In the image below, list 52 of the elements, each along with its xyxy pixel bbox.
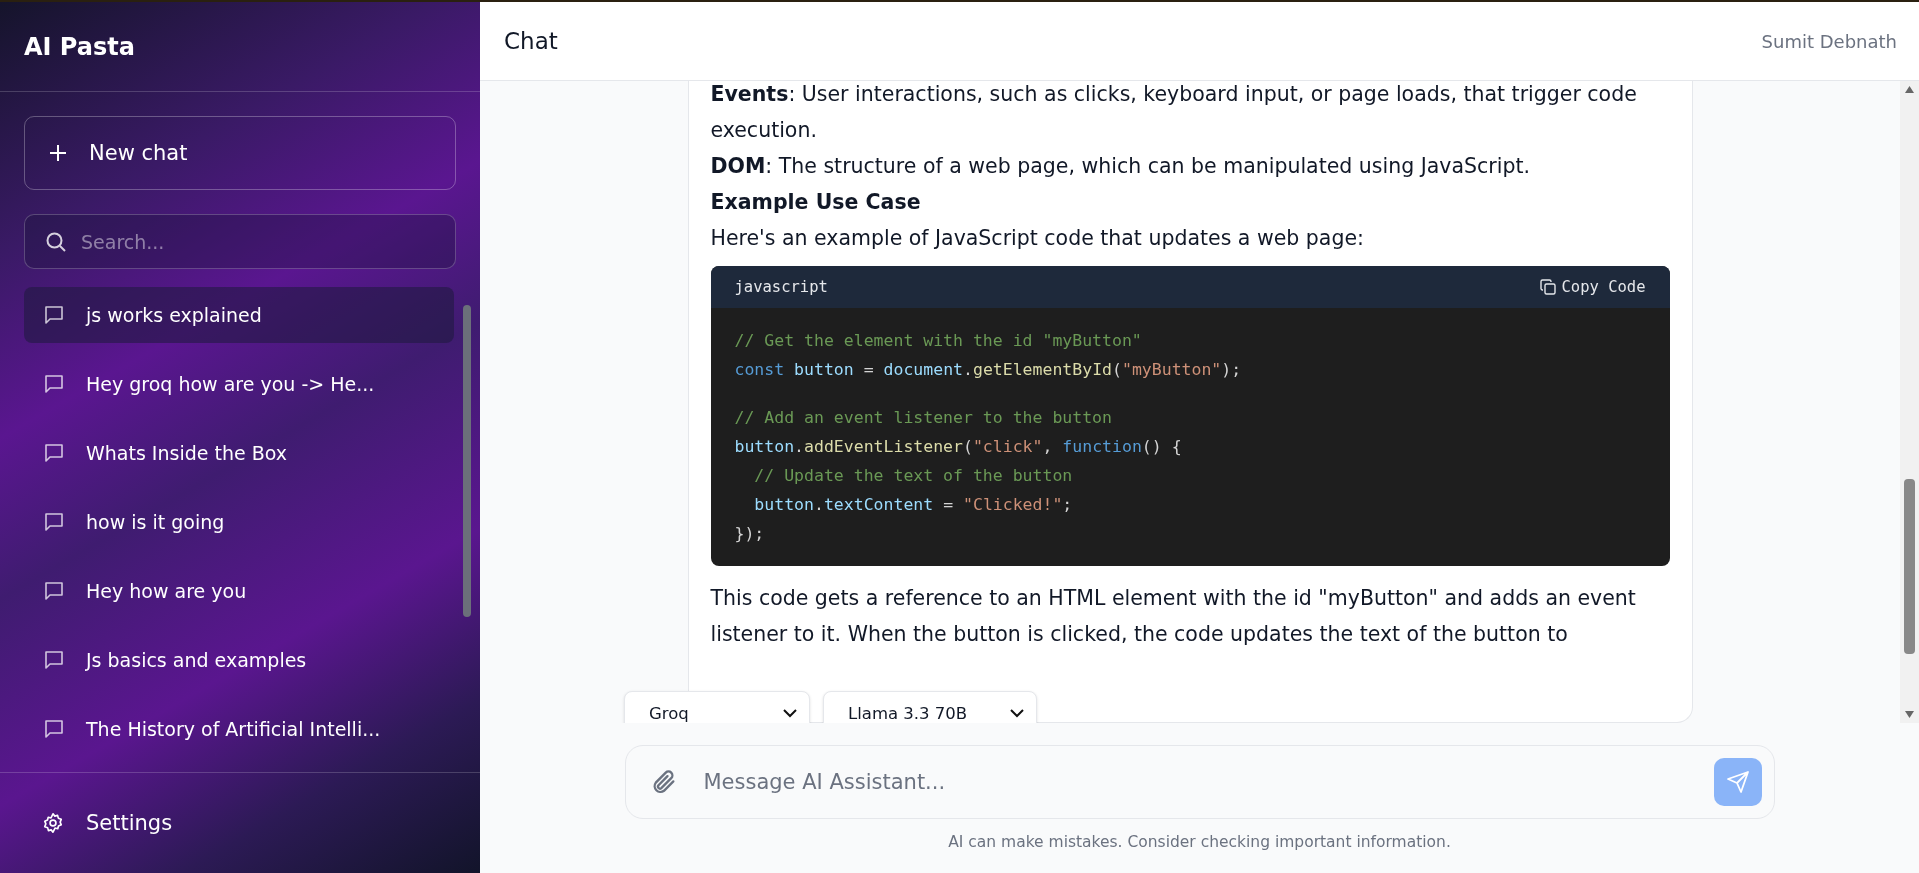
message-paragraph: This code gets a reference to an HTML element with the id "myButton" and adds an event listener to it. When the button is clicked, the code updates the text of the button to bbox=[710, 585, 1637, 648]
chat-bubble-icon bbox=[42, 648, 66, 672]
scroll-up-icon[interactable] bbox=[1904, 85, 1915, 94]
code-line: // Get the element with the id "myButton" bbox=[734, 330, 1143, 352]
page-title: Chat bbox=[504, 28, 558, 54]
chevron-down-icon bbox=[1010, 708, 1024, 718]
chat-bubble-icon bbox=[42, 510, 66, 534]
chat-bubble-icon bbox=[42, 303, 66, 327]
scrollbar-thumb[interactable] bbox=[1904, 479, 1915, 654]
search-icon bbox=[45, 230, 67, 253]
code-line: const button = document.getElementById("myButton"); bbox=[734, 359, 1243, 381]
chat-bubble-icon bbox=[42, 441, 66, 465]
message-paragraph: Here's an example of JavaScript code that updates a web page: bbox=[710, 225, 1365, 252]
user-name: Sumit Debnath bbox=[1761, 30, 1897, 52]
code-language: javascript bbox=[734, 278, 828, 296]
chat-history-item[interactable]: js works explained bbox=[24, 287, 454, 343]
chat-history-item[interactable]: Hey how are you bbox=[24, 563, 454, 619]
app-title: AI Pasta bbox=[24, 32, 135, 61]
code-line: // Add an event listener to the button bbox=[734, 407, 1113, 429]
code-line: button.addEventListener("click", function() { bbox=[734, 436, 1183, 458]
search-field[interactable]: Search... bbox=[79, 229, 435, 254]
code-line: button.textContent = "Clicked!"; bbox=[753, 494, 1074, 516]
plus-icon bbox=[49, 144, 67, 162]
chat-bubble-icon bbox=[42, 372, 66, 396]
message-paragraph: DOM: The structure of a web page, which can be manipulated using JavaScript. bbox=[710, 153, 1531, 180]
scrollbar-thumb[interactable] bbox=[463, 305, 471, 617]
chevron-down-icon bbox=[783, 708, 797, 718]
copy-code-button[interactable]: Copy Code bbox=[1539, 278, 1646, 296]
chat-history-item[interactable]: Hey groq how are you -> He... bbox=[24, 356, 454, 412]
send-icon bbox=[1725, 770, 1750, 794]
settings-icon bbox=[42, 812, 64, 834]
code-line: }); bbox=[734, 523, 766, 545]
chat-history-item[interactable]: Whats Inside the Box bbox=[24, 425, 454, 481]
message-heading: Example Use Case bbox=[710, 189, 922, 216]
code-line: // Update the text of the button bbox=[753, 465, 1074, 487]
model-dropdown[interactable]: Groq bbox=[624, 691, 810, 723]
copy-icon bbox=[1539, 279, 1556, 295]
model-dropdown[interactable]: Llama 3.3 70B bbox=[823, 691, 1037, 723]
chat-bubble-icon bbox=[42, 579, 66, 603]
chat-history-item[interactable]: how is it going bbox=[24, 494, 454, 550]
new-chat-button[interactable]: New chat bbox=[24, 116, 456, 190]
send-button[interactable] bbox=[1713, 758, 1762, 806]
chat-bubble-icon bbox=[42, 717, 66, 741]
chat-history-item[interactable]: The History of Artificial Intelli... bbox=[24, 701, 454, 757]
search-bar[interactable]: Search... bbox=[24, 214, 456, 269]
scrollbar[interactable] bbox=[1900, 81, 1919, 723]
chat-history-item[interactable]: Js basics and examples bbox=[24, 632, 454, 688]
message-composer[interactable]: Message AI Assistant... bbox=[624, 745, 1775, 819]
scroll-down-icon[interactable] bbox=[1904, 710, 1915, 719]
message-input-field[interactable]: Message AI Assistant... bbox=[701, 769, 1690, 795]
message-paragraph: Events: User interactions, such as clicks, keyboard input, or page loads, that trigger code execution. bbox=[710, 81, 1638, 144]
disclaimer-text: AI can make mistakes. Consider checking important information. bbox=[948, 833, 1451, 851]
